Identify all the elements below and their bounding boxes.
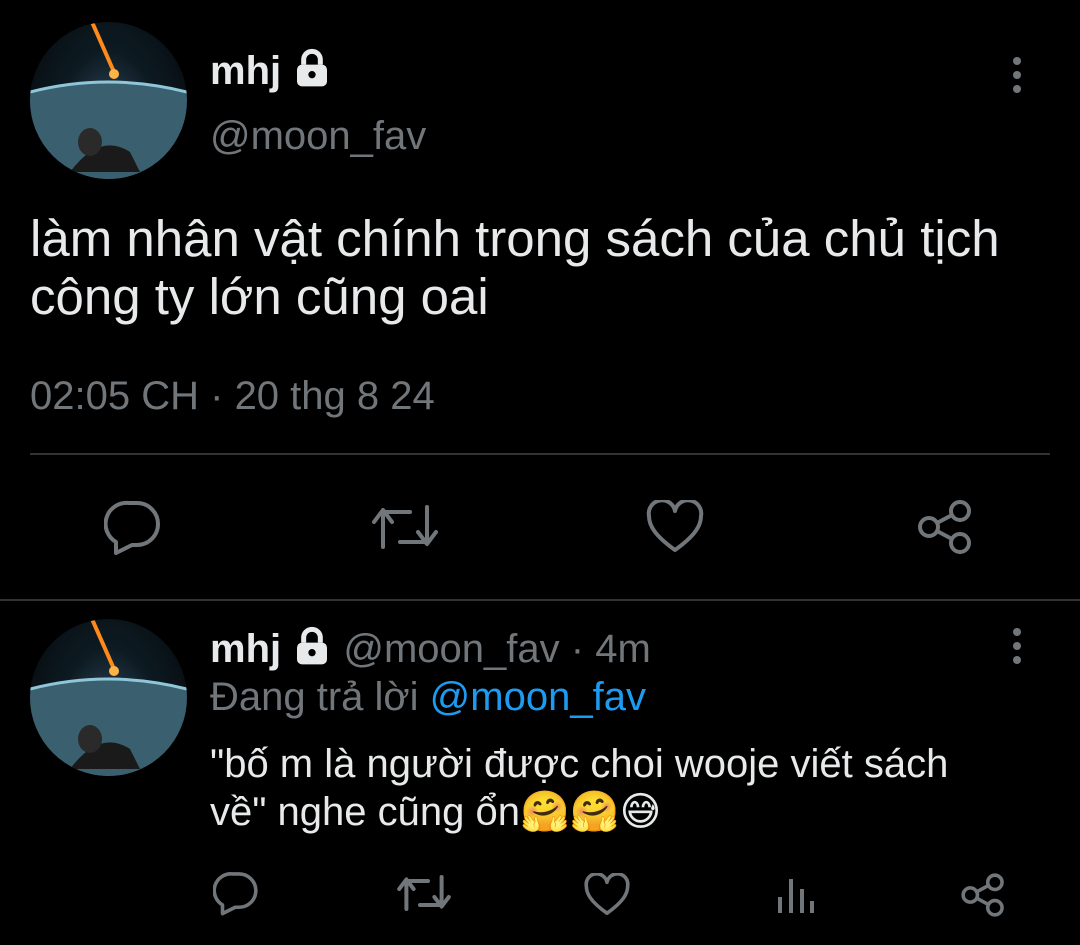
reply-text-line-2-text: về" nghe cũng ổn <box>210 790 520 834</box>
divider <box>30 453 1050 455</box>
replying-to-handle[interactable]: @moon_fav <box>430 675 646 719</box>
reply-more-options-button[interactable] <box>1012 628 1022 664</box>
like-icon[interactable] <box>584 873 630 917</box>
more-options-button[interactable] <box>1012 57 1022 93</box>
avatar[interactable] <box>30 22 187 179</box>
share-icon[interactable] <box>916 498 974 556</box>
reply-icon[interactable] <box>104 499 162 555</box>
section-divider <box>0 599 1080 601</box>
tweet-time[interactable]: 02:05 CH <box>30 374 199 418</box>
display-name-text[interactable]: mhj <box>210 49 281 93</box>
separator-dot: · <box>210 374 224 418</box>
reply-age[interactable]: 4m <box>595 627 651 671</box>
reply-icon[interactable] <box>213 870 259 916</box>
reply-text-line-1: "bố m là người được choi wooje viết sách <box>210 742 949 786</box>
display-name[interactable]: mhj <box>210 47 332 99</box>
replying-to: Đang trả lời @moon_fav <box>210 673 646 721</box>
reply-handle[interactable]: @moon_fav <box>343 627 559 671</box>
share-icon[interactable] <box>960 872 1006 918</box>
reply-avatar[interactable] <box>30 619 187 776</box>
hugging-face-emoji: 🤗 <box>520 790 570 834</box>
lock-icon <box>292 626 332 677</box>
reply-display-name[interactable]: mhj <box>210 627 281 671</box>
reply-text-line-2: về" nghe cũng ổn🤗🤗😅 <box>210 788 948 836</box>
tweet-date[interactable]: 20 thg 8 24 <box>235 374 435 418</box>
reply-text: "bố m là người được choi wooje viết sách… <box>210 740 948 836</box>
lock-icon <box>292 48 332 99</box>
separator-dot: · <box>570 627 585 671</box>
grinning-sweat-emoji: 😅 <box>619 790 662 834</box>
tweet-timestamp[interactable]: 02:05 CH · 20 thg 8 24 <box>30 372 435 420</box>
tweet-text-line-2: công ty lớn cũng oai <box>30 268 489 325</box>
replying-to-label: Đang trả lời <box>210 675 419 719</box>
tweet-text: làm nhân vật chính trong sách của chủ tị… <box>30 210 1000 326</box>
analytics-icon[interactable] <box>776 875 816 915</box>
hugging-face-emoji: 🤗 <box>569 790 620 834</box>
like-icon[interactable] <box>646 500 704 554</box>
tweet-text-line-1: làm nhân vật chính trong sách của chủ tị… <box>30 210 1000 267</box>
reply-header[interactable]: mhj @moon_fav · 4m <box>210 625 651 677</box>
retweet-icon[interactable] <box>370 502 440 552</box>
retweet-icon[interactable] <box>396 872 452 914</box>
handle[interactable]: @moon_fav <box>210 112 426 160</box>
